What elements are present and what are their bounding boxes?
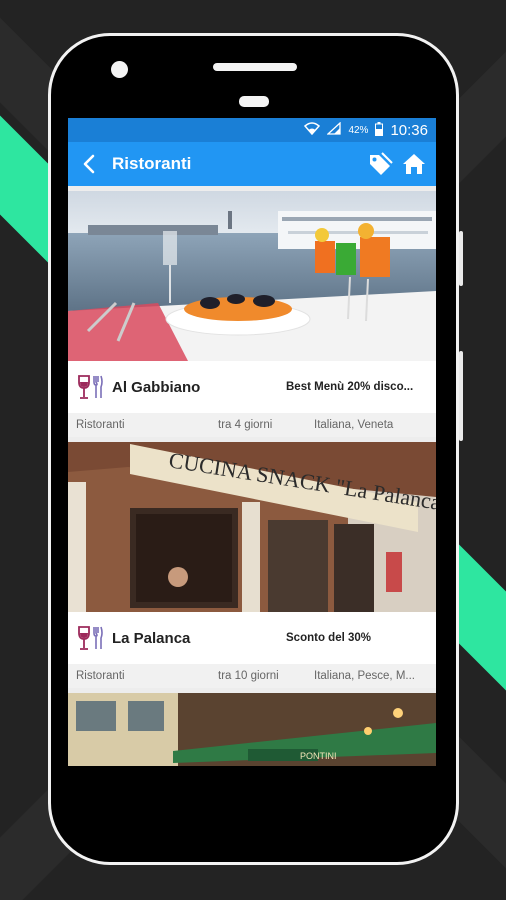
front-camera	[111, 61, 128, 78]
restaurant-photo	[68, 191, 436, 361]
back-arrow-icon[interactable]	[74, 154, 104, 174]
earpiece-speaker	[213, 63, 297, 71]
time-label: tra 4 giorni	[218, 419, 273, 431]
power-button	[459, 351, 463, 441]
app-toolbar: Ristoranti	[68, 142, 436, 186]
wifi-icon	[304, 122, 321, 138]
restaurant-card[interactable]: PONTINI	[68, 693, 436, 766]
signal-icon	[326, 121, 342, 138]
restaurant-photo: PONTINI	[68, 693, 436, 766]
promo-text: Best Menù 20% disco...	[286, 381, 414, 393]
wine-glass-cutlery-icon	[76, 624, 104, 652]
restaurant-name: La Palanca	[112, 629, 191, 647]
app-screen: 42% 10:36 Ristoranti Al Gabbiano Best Me…	[68, 118, 436, 766]
category-label: Ristoranti	[76, 670, 125, 682]
card-meta: Ristoranti tra 4 giorni Italiana, Veneta	[68, 413, 436, 437]
status-bar: 42% 10:36	[68, 118, 436, 142]
battery-percent: 42%	[348, 124, 369, 136]
time-label: tra 10 giorni	[218, 670, 279, 682]
proximity-sensor	[239, 96, 269, 107]
home-icon[interactable]	[398, 148, 430, 180]
cuisine-label: Italiana, Veneta	[314, 419, 394, 431]
tag-icon[interactable]	[364, 148, 396, 180]
restaurant-name: Al Gabbiano	[112, 378, 201, 396]
restaurant-card[interactable]: CUCINA SNACK "La Palanca" La Palanca Sco…	[68, 442, 436, 688]
battery-icon	[375, 121, 384, 139]
sign-text: PONTINI	[300, 751, 337, 761]
wine-glass-cutlery-icon	[76, 373, 104, 401]
card-header: La Palanca Sconto del 30%	[68, 612, 436, 664]
restaurant-photo: CUCINA SNACK "La Palanca"	[68, 442, 436, 612]
restaurant-card[interactable]: Al Gabbiano Best Menù 20% disco... Risto…	[68, 191, 436, 437]
clock: 10:36	[390, 121, 428, 139]
card-header: Al Gabbiano Best Menù 20% disco...	[68, 361, 436, 413]
page-title: Ristoranti	[112, 154, 192, 173]
card-meta: Ristoranti tra 10 giorni Italiana, Pesce…	[68, 664, 436, 688]
volume-button	[459, 231, 463, 286]
cuisine-label: Italiana, Pesce, M...	[314, 670, 415, 682]
category-label: Ristoranti	[76, 419, 125, 431]
promo-text: Sconto del 30%	[286, 632, 371, 644]
